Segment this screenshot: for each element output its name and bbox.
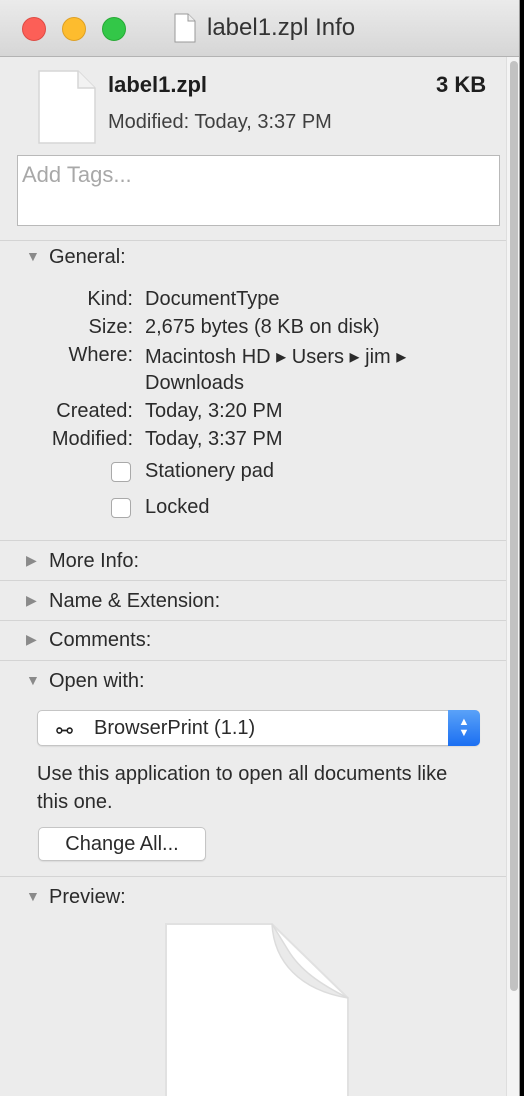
disclosure-open-icon[interactable]: ▼	[26, 888, 40, 904]
section-divider	[0, 240, 506, 241]
section-divider	[0, 876, 506, 877]
zoom-button[interactable]	[102, 17, 126, 41]
stationery-pad-label: Stationery pad	[145, 460, 274, 482]
change-all-button[interactable]: Change All...	[38, 827, 206, 861]
tags-input[interactable]: Add Tags...	[17, 155, 500, 226]
file-size: 3 KB	[436, 72, 487, 97]
disclosure-closed-icon[interactable]: ▶	[26, 631, 40, 648]
open-with-app: BrowserPrint (1.1)	[94, 717, 256, 739]
section-label: General:	[49, 246, 126, 268]
section-preview[interactable]: ▼ Preview:	[26, 886, 126, 909]
info-window: label1.zpl Info label1.zpl 3 KB Modified…	[0, 0, 520, 1096]
scrollbar[interactable]	[506, 57, 519, 1096]
disclosure-open-icon[interactable]: ▼	[26, 248, 40, 264]
kind-label: Kind:	[87, 288, 133, 310]
disclosure-closed-icon[interactable]: ▶	[26, 592, 40, 609]
stationery-pad-checkbox[interactable]	[111, 462, 131, 482]
open-with-description: Use this application to open all documen…	[37, 763, 448, 813]
section-label: Preview:	[49, 886, 126, 908]
section-open-with[interactable]: ▼ Open with:	[26, 670, 145, 693]
title-bar[interactable]: label1.zpl Info	[0, 0, 519, 57]
document-icon	[174, 13, 196, 43]
section-comments[interactable]: ▶ Comments:	[26, 629, 151, 652]
created-label: Created:	[56, 400, 133, 422]
document-icon	[38, 70, 96, 144]
modified-value: Today, 3:37 PM	[145, 428, 283, 450]
section-label: More Info:	[49, 550, 140, 572]
section-divider	[0, 540, 506, 541]
section-divider	[0, 620, 506, 621]
section-label: Name & Extension:	[49, 590, 221, 612]
document-preview-icon	[165, 923, 349, 1096]
where-label: Where:	[68, 344, 133, 366]
file-name: label1.zpl	[108, 72, 208, 97]
size-label: Size:	[88, 316, 133, 338]
locked-checkbox[interactable]	[111, 498, 131, 518]
disclosure-open-icon[interactable]: ▼	[26, 672, 40, 688]
locked-label: Locked	[145, 496, 210, 518]
window-title: label1.zpl Info	[207, 14, 356, 41]
section-name-extension[interactable]: ▶ Name & Extension:	[26, 590, 220, 613]
open-with-popup[interactable]: ⧟ BrowserPrint (1.1) ▲ ▼	[37, 710, 480, 746]
disclosure-closed-icon[interactable]: ▶	[26, 552, 40, 569]
section-divider	[0, 660, 506, 661]
scrollbar-thumb[interactable]	[510, 61, 518, 991]
file-modified-date: Modified: Today, 3:37 PM	[108, 111, 332, 133]
kind-value: DocumentType	[145, 288, 280, 310]
section-label: Comments:	[49, 629, 152, 651]
where-value: Macintosh HD ▸ Users ▸ jim ▸	[145, 346, 407, 368]
section-general[interactable]: ▼ General:	[26, 246, 126, 269]
modified-label: Modified:	[51, 428, 133, 450]
where-value-cont: Downloads	[145, 372, 244, 394]
chevron-updown-icon[interactable]: ▲ ▼	[448, 710, 480, 746]
section-divider	[0, 580, 506, 581]
section-more-info[interactable]: ▶ More Info:	[26, 550, 139, 573]
size-value: 2,675 bytes (8 KB on disk)	[145, 316, 380, 338]
close-button[interactable]	[22, 17, 46, 41]
section-label: Open with:	[49, 670, 145, 692]
created-value: Today, 3:20 PM	[145, 400, 283, 422]
app-icon: ⧟	[56, 720, 73, 739]
minimize-button[interactable]	[62, 17, 86, 41]
